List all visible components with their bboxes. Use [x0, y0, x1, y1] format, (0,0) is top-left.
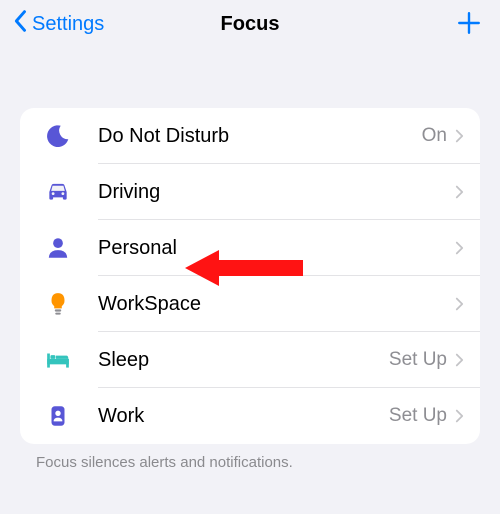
chevron-left-icon: [14, 9, 28, 39]
row-label: Sleep: [98, 349, 389, 372]
row-label: Work: [98, 405, 389, 428]
badge-icon: [34, 403, 82, 429]
navbar: Settings Focus: [0, 0, 500, 48]
footer-text: Focus silences alerts and notifications.: [36, 454, 464, 471]
chevron-right-icon: [455, 184, 464, 200]
bed-icon: [34, 347, 82, 373]
plus-icon: [456, 23, 482, 40]
chevron-right-icon: [455, 352, 464, 368]
row-label: Personal: [98, 237, 447, 260]
row-work[interactable]: Work Set Up: [20, 388, 480, 444]
back-label: Settings: [32, 13, 104, 36]
row-label: Driving: [98, 181, 447, 204]
add-button[interactable]: [456, 10, 482, 41]
lightbulb-icon: [34, 291, 82, 317]
back-button[interactable]: Settings: [14, 9, 104, 39]
chevron-right-icon: [455, 240, 464, 256]
row-sleep[interactable]: Sleep Set Up: [20, 332, 480, 388]
row-driving[interactable]: Driving: [20, 164, 480, 220]
chevron-right-icon: [455, 296, 464, 312]
row-workspace[interactable]: WorkSpace: [20, 276, 480, 332]
chevron-right-icon: [455, 408, 464, 424]
moon-icon: [34, 123, 82, 149]
row-personal[interactable]: Personal: [20, 220, 480, 276]
row-status: Set Up: [389, 349, 447, 371]
focus-list: Do Not Disturb On Driving Personal WorkS…: [20, 108, 480, 444]
car-icon: [34, 179, 82, 205]
row-label: WorkSpace: [98, 293, 447, 316]
chevron-right-icon: [455, 128, 464, 144]
row-do-not-disturb[interactable]: Do Not Disturb On: [20, 108, 480, 164]
row-status: Set Up: [389, 405, 447, 427]
row-label: Do Not Disturb: [98, 125, 422, 148]
row-status: On: [422, 125, 447, 147]
person-icon: [34, 235, 82, 261]
